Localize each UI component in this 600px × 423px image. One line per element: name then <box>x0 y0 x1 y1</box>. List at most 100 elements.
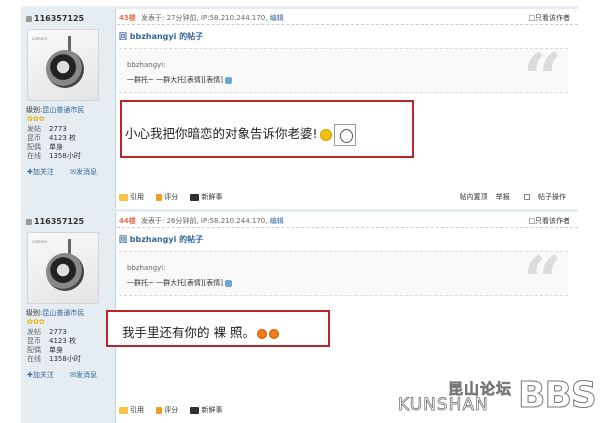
stat-row: 在线 1358小时 <box>27 152 81 161</box>
post-content-text: 小心我把你暗恋的对象告诉你老婆! <box>125 126 318 141</box>
user-rank: 级别:昆山普通市民 <box>26 105 84 115</box>
avatar[interactable]: camera <box>27 29 99 101</box>
user-actions: ✚加关注 ✉发消息 <box>27 370 111 380</box>
share-icon <box>190 406 200 414</box>
post-time: 发表于: 26分钟前 <box>140 217 197 225</box>
report-link[interactable]: 举报 <box>496 193 510 201</box>
post-info-bar: 44楼 发表于: 26分钟前, IP:58.210.244.170, 编辑 □只… <box>117 212 578 228</box>
orange-emoticon-icon <box>256 328 267 339</box>
user-stats: 发帖 2773 昆币 4123 枚 配偶 单身 在线 1358小时 <box>27 328 81 364</box>
share-button[interactable]: 新鲜事 <box>190 405 222 415</box>
post-ip: , IP:58.210.244.170 <box>196 14 266 22</box>
quote-button[interactable]: 引用 <box>119 192 144 202</box>
quote-mark-icon: “ <box>522 39 562 119</box>
rate-button-label: 评分 <box>164 193 179 201</box>
user-icon <box>26 15 32 22</box>
only-author-label: 只看该作者 <box>535 217 570 225</box>
rank-link[interactable]: 昆山普通市民 <box>42 106 84 114</box>
post-info-bar: 43楼 发表于: 27分钟前, IP:58.210.244.170, 编辑 □只… <box>117 9 578 25</box>
message-label: 发消息 <box>75 371 97 379</box>
camera-lens-icon <box>46 253 84 291</box>
stat-value: 2773 <box>49 328 67 336</box>
quote-text: 一群托~ 一群大托[表情][表情] <box>127 278 233 288</box>
view-original-icon[interactable] <box>225 76 233 84</box>
user-icon <box>26 218 32 225</box>
site-watermark: 昆山论坛 KUNSHAN BBS <box>398 375 598 420</box>
rank-link[interactable]: 昆山普通市民 <box>42 309 84 317</box>
post-content: 小心我把你暗恋的对象告诉你老婆! <box>125 123 356 146</box>
post-content-text: 我手里还有你的 裸 照。 <box>122 325 255 340</box>
sticker-emoticon-icon <box>333 123 356 146</box>
quote-button-label: 引用 <box>130 406 144 414</box>
author-name[interactable]: 116357125 <box>26 14 84 23</box>
stat-value: 4123 枚 <box>49 134 77 142</box>
author-name-text[interactable]: 116357125 <box>34 14 84 23</box>
share-button[interactable]: 新鲜事 <box>190 192 222 202</box>
author-sidebar: 116357125 camera 级别:昆山普通市民 ✿✿✿ 发帖 2773 昆币… <box>21 9 116 210</box>
floor-number[interactable]: 44楼 <box>119 217 136 225</box>
post-content: 我手里还有你的 裸 照。 <box>122 322 279 341</box>
stat-value: 单身 <box>49 346 63 354</box>
send-message-button[interactable]: ✉发消息 <box>70 168 104 176</box>
stat-key: 发帖 <box>27 125 41 133</box>
stat-key: 配偶 <box>27 346 41 354</box>
follow-button[interactable]: ✚加关注 <box>27 168 61 176</box>
quote-block: bbzhangyi: 一群托~ 一群大托[表情][表情] “ <box>119 45 568 113</box>
quote-text: 一群托~ 一群大托[表情][表情] <box>127 75 233 85</box>
stat-row: 发帖 2773 <box>27 125 81 134</box>
only-author-link[interactable]: □只看该作者 <box>528 13 570 23</box>
send-message-button[interactable]: ✉发消息 <box>70 371 104 379</box>
follow-label: 加关注 <box>32 371 54 379</box>
stat-key: 在线 <box>27 355 41 363</box>
rate-icon <box>156 406 163 414</box>
floor-number[interactable]: 43楼 <box>119 14 136 22</box>
stat-value: 2773 <box>49 125 67 133</box>
stat-value: 1358小时 <box>49 355 81 363</box>
quote-icon <box>119 193 128 201</box>
stat-value: 1358小时 <box>49 152 81 160</box>
view-original-icon[interactable] <box>225 279 233 287</box>
only-author-link[interactable]: □只看该作者 <box>528 216 570 226</box>
rank-label: 级别: <box>26 106 43 114</box>
quote-author: bbzhangyi: <box>127 61 166 69</box>
message-label: 发消息 <box>75 168 97 176</box>
post-ip: , IP:58.210.244.170 <box>196 217 266 225</box>
author-name-text[interactable]: 116357125 <box>34 217 84 226</box>
watermark-en: KUNSHAN <box>398 395 489 416</box>
stat-value: 单身 <box>49 143 63 151</box>
smiley-emoticon-icon <box>319 128 332 141</box>
stat-key: 在线 <box>27 152 41 160</box>
rank-label: 级别: <box>26 309 43 317</box>
edit-link[interactable]: , 编辑 <box>265 217 283 225</box>
quote-button[interactable]: 引用 <box>119 405 144 415</box>
user-actions: ✚加关注 ✉发消息 <box>27 167 111 177</box>
post-manage-link[interactable]: 帖子操作 <box>518 193 566 201</box>
rate-button[interactable]: 评分 <box>156 405 178 415</box>
quote-text-content: 一群托~ 一群大托[表情][表情] <box>127 76 224 84</box>
stat-key: 配偶 <box>27 143 41 151</box>
checkbox[interactable] <box>524 194 530 200</box>
post-manage-label: 帖子操作 <box>538 193 566 201</box>
rate-button-label: 评分 <box>164 406 179 414</box>
follow-label: 加关注 <box>32 168 54 176</box>
avatar[interactable]: camera <box>27 232 99 304</box>
post-time: 发表于: 27分钟前 <box>140 14 197 22</box>
rate-button[interactable]: 评分 <box>156 192 178 202</box>
post-admin-links: 帖内置顶 举报 帖子操作 <box>454 192 566 202</box>
share-button-label: 新鲜事 <box>201 406 223 414</box>
stat-value: 4123 枚 <box>49 337 77 345</box>
stat-key: 发帖 <box>27 328 41 336</box>
quote-block: bbzhangyi: 一群托~ 一群大托[表情][表情] “ <box>119 248 568 316</box>
author-name[interactable]: 116357125 <box>26 217 84 226</box>
stat-row: 发帖 2773 <box>27 328 81 337</box>
only-author-label: 只看该作者 <box>535 14 570 22</box>
post-meta: 发表于: 26分钟前, IP:58.210.244.170, 编辑 <box>141 217 284 225</box>
edit-link[interactable]: , 编辑 <box>265 14 283 22</box>
orange-emoticon-icon <box>268 328 279 339</box>
rate-icon <box>156 193 163 201</box>
pin-in-thread-link[interactable]: 帖内置顶 <box>460 193 488 201</box>
post-title: 回 bbzhangyi 的帖子 <box>119 235 204 244</box>
quote-icon <box>119 406 128 414</box>
follow-button[interactable]: ✚加关注 <box>27 371 61 379</box>
post-43: 116357125 camera 级别:昆山普通市民 ✿✿✿ 发帖 2773 昆币… <box>21 6 578 211</box>
